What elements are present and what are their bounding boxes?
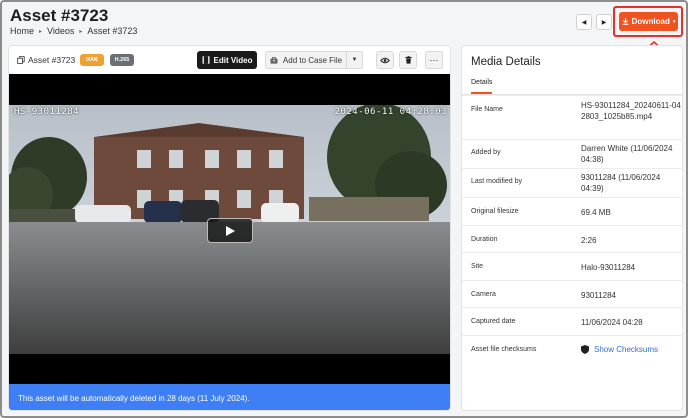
caret-down-icon: ▼ [351, 57, 358, 63]
deletion-notice: This asset will be automatically deleted… [9, 384, 450, 410]
film-icon [201, 56, 210, 64]
camera-id-overlay: HS-93011284 [14, 107, 80, 117]
video-player[interactable]: HS-93011284 2024-06-11 04:28:03 [9, 74, 450, 384]
chevron-left-icon: ◀ [581, 19, 587, 26]
detail-label: Captured date [471, 318, 516, 325]
play-icon [225, 225, 235, 236]
timestamp-overlay: 2024-06-11 04:28:03 [334, 107, 447, 117]
detail-label: Duration [471, 236, 498, 243]
detail-row-checksums: Asset file checksums Show Checksums [462, 335, 682, 363]
download-icon [622, 18, 628, 25]
detail-row-camera: Camera 93011284 [462, 280, 682, 307]
detail-label: Last modified by [471, 178, 522, 185]
page-title: Asset #3723 [10, 6, 109, 25]
chevron-right-icon: ▶ [601, 19, 607, 26]
detail-row-duration: Duration 2:26 [462, 225, 682, 252]
detail-label: Original filesize [471, 208, 519, 215]
detail-value: HS-93011284_20240611-042803_1025b85.mp4 [581, 101, 681, 121]
download-label: Download [631, 17, 670, 26]
show-checksums-link[interactable]: Show Checksums [581, 344, 681, 355]
eye-icon [380, 57, 390, 63]
media-details-panel: Media Details Details File Name HS-93011… [461, 45, 683, 411]
detail-value: Halo-93011284 [581, 263, 636, 272]
detail-label: Site [471, 263, 484, 270]
breadcrumb-separator-icon: ▸ [79, 28, 83, 35]
detail-row-filesize: Original filesize 69.4 MB [462, 197, 682, 225]
more-options-button[interactable]: ··· [425, 51, 443, 69]
breadcrumb-videos[interactable]: Videos [47, 26, 74, 36]
edit-video-button[interactable]: Edit Video [197, 51, 257, 69]
detail-value: 2:26 [581, 236, 597, 245]
play-button[interactable] [207, 218, 253, 243]
case-file-icon [270, 56, 278, 64]
detail-row-site: Site Halo-93011284 [462, 252, 682, 280]
delete-button[interactable] [399, 51, 417, 69]
show-checksums-label: Show Checksums [594, 345, 659, 354]
detail-row-captured-date: Captured date 11/06/2024 04:28 [462, 307, 682, 335]
detail-label: Added by [471, 149, 501, 156]
detail-row-last-modified: Last modified by 93011284 (11/06/2024 04… [462, 168, 682, 197]
download-button[interactable]: Download ▾ [619, 12, 678, 31]
breadcrumb-separator-icon: ▸ [39, 28, 43, 35]
breadcrumb-current: Asset #3723 [87, 26, 138, 36]
video-card: Asset #3723 000€ H.265 Edit Video Add to… [8, 45, 451, 411]
asset-id-text: Asset #3723 [28, 55, 76, 65]
detail-label: Camera [471, 291, 496, 298]
tab-details[interactable]: Details [471, 79, 493, 94]
detail-value: 93011284 [581, 291, 616, 300]
edit-video-label: Edit Video [213, 55, 253, 65]
detail-row-file-name: File Name HS-93011284_20240611-042803_10… [462, 95, 682, 139]
status-badge: 000€ [80, 54, 104, 66]
detail-label: File Name [471, 106, 503, 113]
detail-row-added-by: Added by Darren White (11/06/2024 04:38) [462, 139, 682, 168]
asset-id-label: Asset #3723 [17, 55, 75, 65]
add-to-case-button[interactable]: Add to Case File [265, 51, 347, 69]
codec-badge: H.265 [110, 54, 134, 66]
breadcrumb: Home ▸ Videos ▸ Asset #3723 [10, 26, 137, 36]
detail-value: Darren White (11/06/2024 04:38) [581, 144, 673, 164]
add-to-case-label: Add to Case File [282, 55, 343, 65]
detail-value: 93011284 (11/06/2024 04:39) [581, 173, 661, 193]
app-frame: Asset #3723 Home ▸ Videos ▸ Asset #3723 … [0, 0, 688, 418]
copy-icon[interactable] [17, 56, 25, 64]
trash-icon [404, 56, 412, 64]
detail-value: 11/06/2024 04:28 [581, 318, 643, 327]
next-asset-button[interactable]: ▶ [596, 14, 612, 30]
add-to-case-dropdown[interactable]: ▼ [347, 51, 363, 69]
ellipsis-icon: ··· [429, 55, 439, 65]
view-button[interactable] [376, 51, 394, 69]
breadcrumb-home[interactable]: Home [10, 26, 34, 36]
detail-label: Asset file checksums [471, 346, 537, 353]
download-highlight-box: Download ▾ [613, 6, 683, 37]
video-toolbar: Asset #3723 000€ H.265 Edit Video Add to… [9, 46, 450, 74]
shield-icon [581, 345, 589, 354]
caret-down-icon: ▾ [672, 18, 676, 25]
detail-value: 69.4 MB [581, 208, 611, 217]
previous-asset-button[interactable]: ◀ [576, 14, 592, 30]
media-details-title: Media Details [471, 56, 541, 68]
